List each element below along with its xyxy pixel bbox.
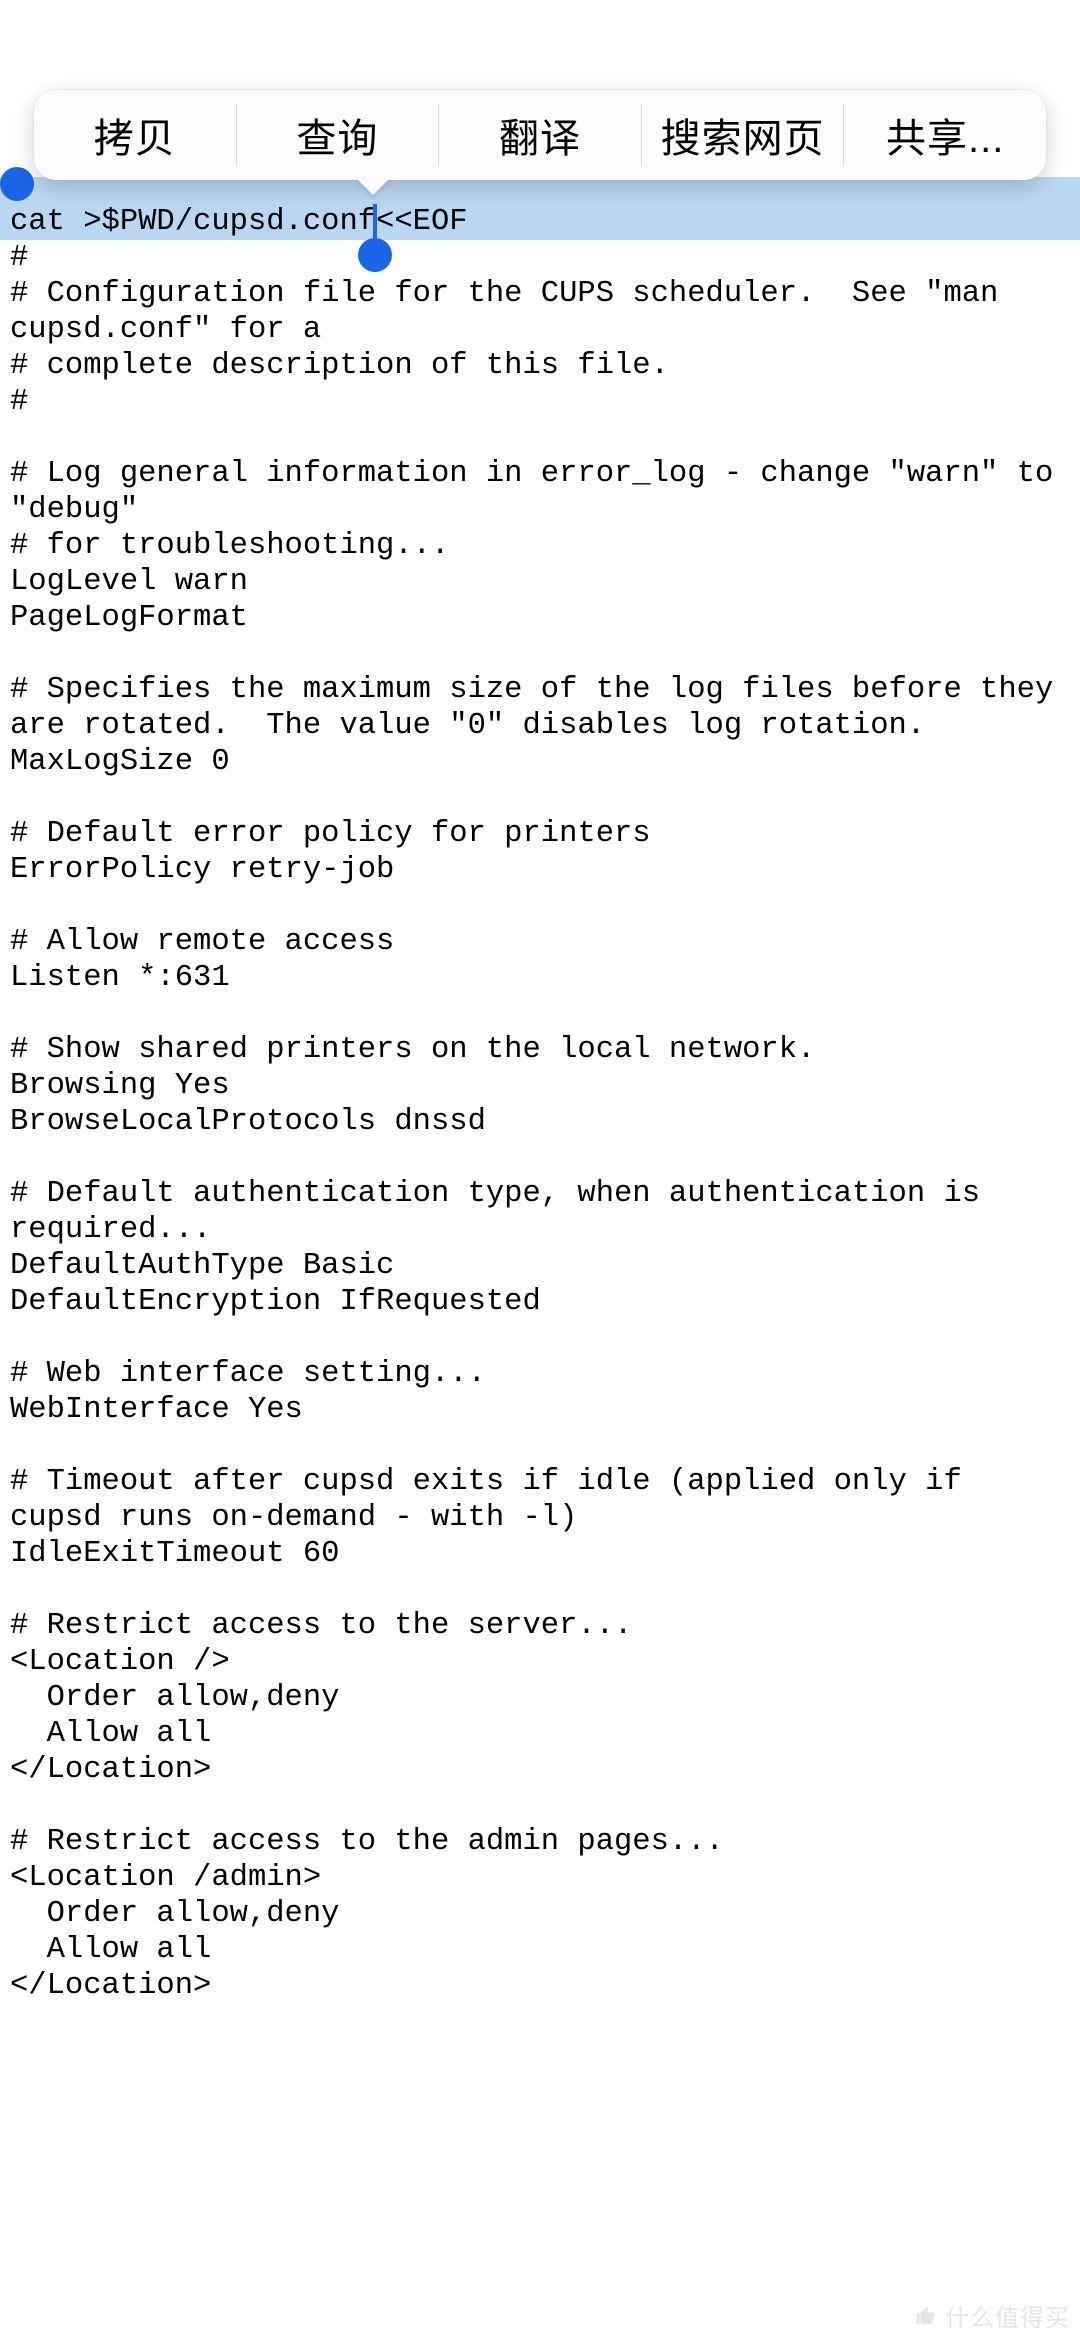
watermark-text: 什么值得买 bbox=[945, 2298, 1070, 2333]
text-selection-context-menu: 拷贝 查询 翻译 搜索网页 共享... bbox=[34, 90, 1046, 180]
menu-item-translate[interactable]: 翻译 bbox=[439, 90, 641, 180]
selection-caret-end-stem bbox=[373, 204, 377, 242]
selection-handle-start[interactable] bbox=[0, 167, 34, 201]
watermark: 什么值得买 bbox=[913, 2298, 1070, 2333]
menu-item-share[interactable]: 共享... bbox=[844, 90, 1046, 180]
menu-item-search-web[interactable]: 搜索网页 bbox=[642, 90, 844, 180]
context-menu-arrow-icon bbox=[356, 178, 390, 195]
thumbs-up-icon bbox=[913, 2303, 939, 2329]
menu-item-copy[interactable]: 拷贝 bbox=[34, 90, 236, 180]
menu-item-lookup[interactable]: 查询 bbox=[237, 90, 439, 180]
document-body-text[interactable]: cat >$PWD/cupsd.conf<<EOF # # Configurat… bbox=[10, 204, 1070, 2004]
selection-handle-end[interactable] bbox=[358, 238, 392, 272]
